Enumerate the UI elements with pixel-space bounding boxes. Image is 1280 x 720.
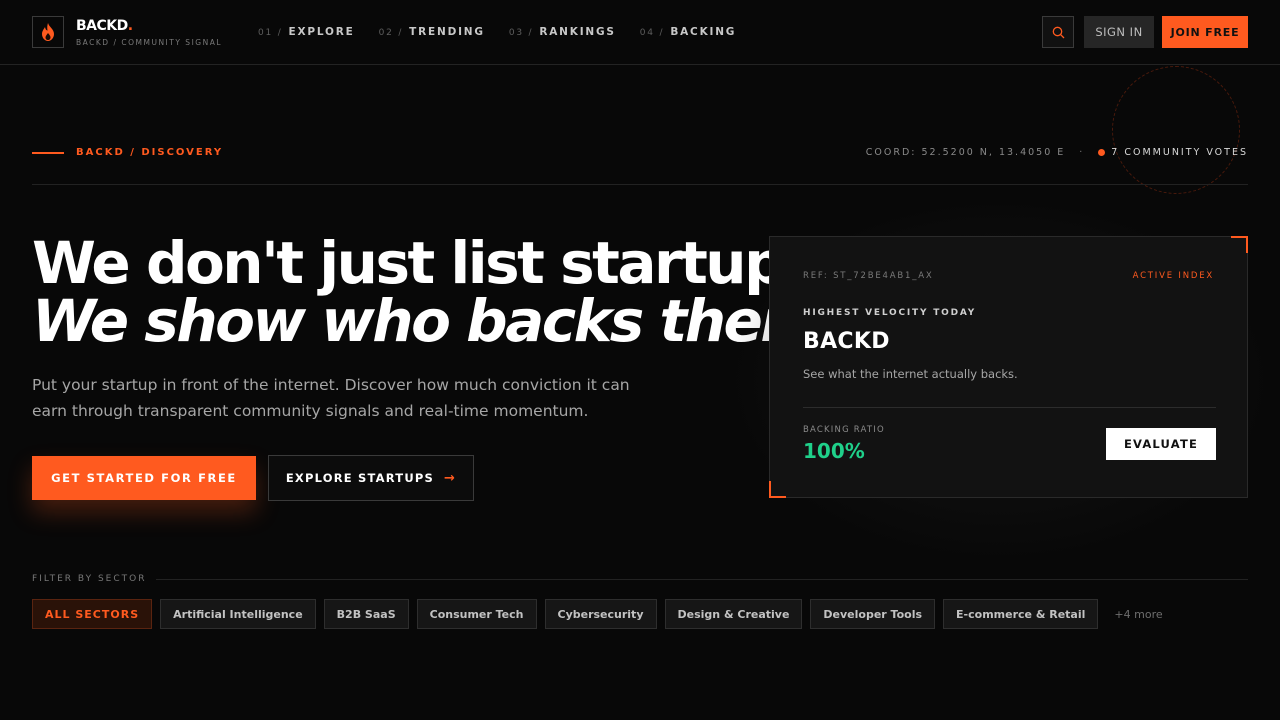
sector-filter-chips: ALL SECTORS Artificial Intelligence B2B … — [32, 599, 1163, 629]
votes-indicator: 7 COMMUNITY VOTES — [1098, 147, 1248, 158]
corner-bracket-top-right — [1231, 236, 1248, 253]
card-title[interactable]: BACKD — [803, 329, 890, 354]
chip-consumer-tech[interactable]: Consumer Tech — [416, 599, 537, 629]
section-accent-line — [32, 152, 64, 154]
card-kicker: HIGHEST VELOCITY TODAY — [803, 308, 977, 318]
search-icon — [1052, 26, 1064, 38]
hero-headline-italic: We show who backs them. — [32, 287, 840, 355]
nav-link-trending[interactable]: 02 /TRENDING — [379, 26, 485, 38]
brand-name[interactable]: BACKD. — [76, 18, 133, 34]
backing-ratio-label: BACKING RATIO — [803, 425, 885, 435]
section-divider — [32, 184, 1248, 185]
live-dot-icon — [1098, 149, 1106, 156]
sign-in-button[interactable]: SIGN IN — [1084, 16, 1154, 48]
coord-text: COORD: 52.5200 N, 13.4050 E — [865, 147, 1066, 158]
nav-links: 01 /EXPLORE 02 /TRENDING 03 /RANKINGS 04… — [258, 26, 736, 38]
chip-ecommerce-retail[interactable]: E-commerce & Retail — [943, 599, 1099, 629]
hero-description: Put your startup in front of the interne… — [32, 376, 630, 420]
chip-b2b-saas[interactable]: B2B SaaS — [323, 599, 409, 629]
logo[interactable] — [32, 16, 64, 48]
corner-bracket-bottom-left — [769, 481, 786, 498]
card-divider — [803, 407, 1216, 408]
card-reference: REF: ST_72BE4AB1_AX — [803, 271, 934, 281]
featured-startup-card: REF: ST_72BE4AB1_AX ACTIVE INDEX HIGHEST… — [769, 236, 1248, 498]
join-free-button[interactable]: JOIN FREE — [1162, 16, 1248, 48]
flame-icon — [42, 23, 54, 41]
chip-all-sectors[interactable]: ALL SECTORS — [32, 599, 153, 629]
nav-link-backing[interactable]: 04 /BACKING — [640, 26, 736, 38]
meta-info: COORD: 52.5200 N, 13.4050 E · 7 COMMUNIT… — [866, 147, 1248, 158]
chip-design-creative[interactable]: Design & Creative — [664, 599, 803, 629]
explore-startups-button[interactable]: EXPLORE STARTUPS → — [268, 455, 474, 501]
meta-separator: · — [1079, 147, 1085, 158]
chip-artificial-intelligence[interactable]: Artificial Intelligence — [160, 599, 316, 629]
card-status-badge: ACTIVE INDEX — [1132, 271, 1214, 281]
arrow-right-icon: → — [444, 470, 457, 486]
search-button[interactable] — [1042, 16, 1074, 48]
card-description: See what the internet actually backs. — [803, 367, 1018, 381]
section-label: BACKD / DISCOVERY — [76, 147, 224, 158]
filter-label: FILTER BY SECTOR — [32, 574, 147, 584]
explore-startups-label: EXPLORE STARTUPS — [285, 471, 435, 485]
chip-developer-tools[interactable]: Developer Tools — [810, 599, 936, 629]
chip-cybersecurity[interactable]: Cybersecurity — [544, 599, 657, 629]
decorative-circle — [1112, 66, 1240, 194]
nav-link-explore[interactable]: 01 /EXPLORE — [258, 26, 355, 38]
backing-ratio-value: 100% — [803, 439, 865, 463]
evaluate-button[interactable]: EVALUATE — [1106, 428, 1216, 460]
top-nav: BACKD. BACKD / COMMUNITY SIGNAL 01 /EXPL… — [0, 0, 1280, 65]
get-started-button[interactable]: GET STARTED FOR FREE — [32, 456, 256, 500]
nav-link-rankings[interactable]: 03 /RANKINGS — [509, 26, 616, 38]
brand-subtitle: BACKD / COMMUNITY SIGNAL — [76, 38, 223, 47]
votes-text: 7 COMMUNITY VOTES — [1111, 147, 1248, 158]
more-sectors-link[interactable]: +4 more — [1114, 608, 1162, 621]
filter-divider — [156, 579, 1248, 580]
